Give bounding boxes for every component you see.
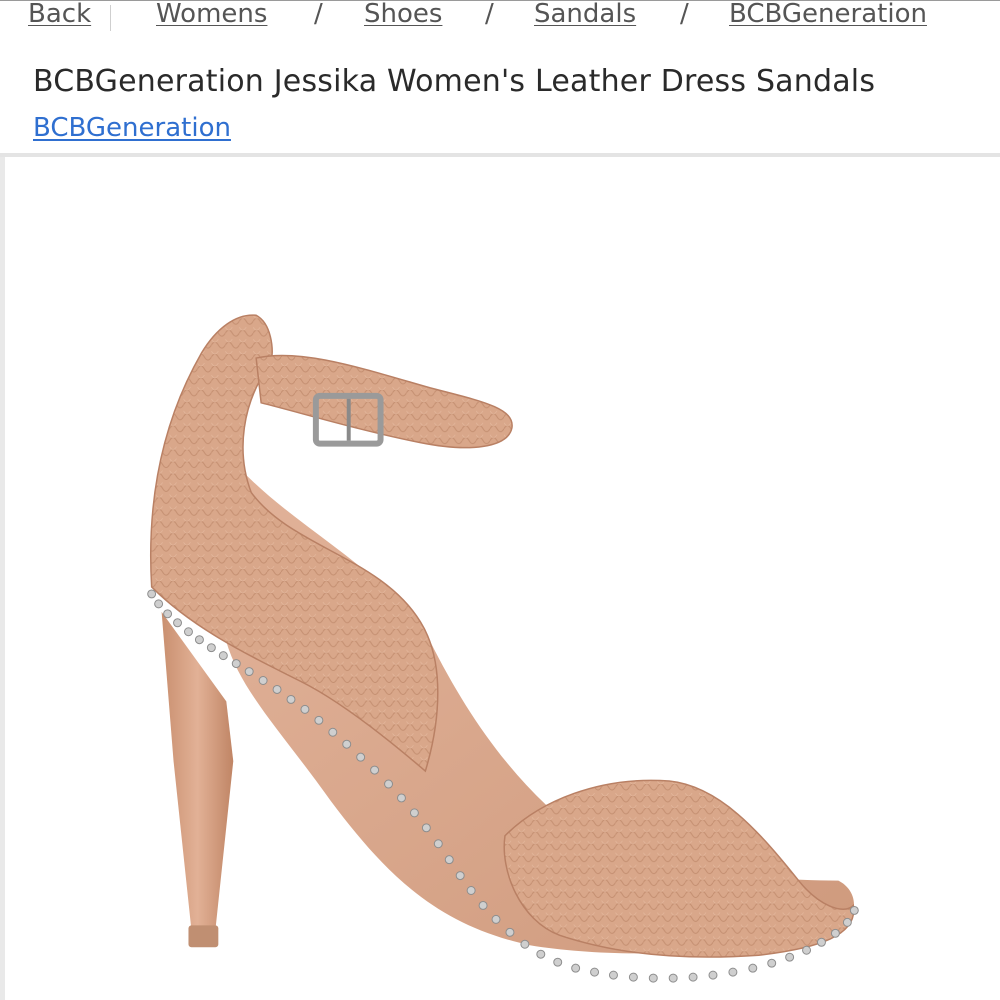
breadcrumb-separator: / (314, 0, 323, 29)
breadcrumb-separator: / (680, 0, 689, 29)
shoe-vamp-strap (503, 779, 855, 958)
product-image[interactable] (0, 157, 1000, 1000)
brand-link[interactable]: BCBGeneration (33, 113, 231, 143)
breadcrumb-item-womens[interactable]: Womens (156, 0, 267, 29)
heel-tip (188, 925, 219, 948)
product-image-frame (0, 153, 1000, 1000)
back-link[interactable]: Back (28, 0, 91, 29)
breadcrumb-item-sandals[interactable]: Sandals (534, 0, 636, 29)
breadcrumb-divider (110, 5, 111, 31)
breadcrumb: Back Womens / Shoes / Sandals / BCBGener… (0, 0, 1000, 37)
breadcrumb-item-bcbgeneration[interactable]: BCBGeneration (729, 0, 927, 29)
breadcrumb-separator: / (485, 0, 494, 29)
product-title: BCBGeneration Jessika Women's Leather Dr… (33, 64, 876, 99)
shoe-ankle-strap (255, 354, 513, 449)
breadcrumb-item-shoes[interactable]: Shoes (364, 0, 442, 29)
